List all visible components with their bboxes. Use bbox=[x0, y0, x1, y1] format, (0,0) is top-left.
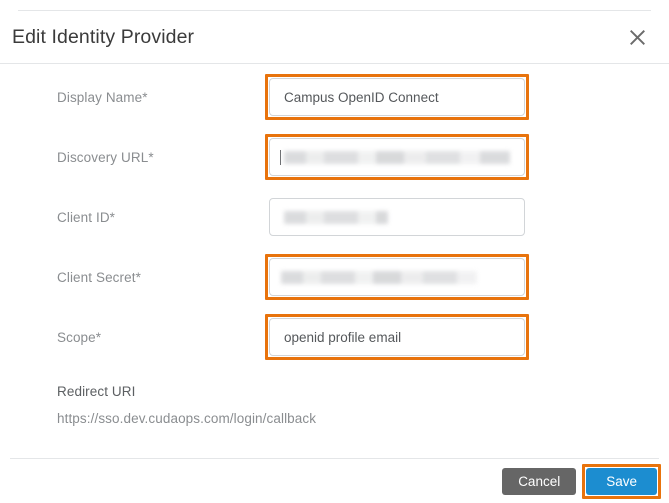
cancel-button[interactable]: Cancel bbox=[502, 467, 577, 495]
page-title: Edit Identity Provider bbox=[12, 25, 195, 48]
save-button[interactable]: Save bbox=[586, 467, 657, 495]
text-caret bbox=[280, 149, 281, 165]
required-marker: * bbox=[135, 269, 141, 285]
dialog-body: Display Name* Campus OpenID Connect Disc… bbox=[0, 64, 669, 458]
form-row-scope: Scope* openid profile email bbox=[0, 314, 669, 360]
save-button-wrap: Save bbox=[582, 463, 661, 499]
required-marker: * bbox=[142, 89, 148, 105]
label-client-secret: Client Secret* bbox=[57, 270, 141, 285]
label-display-name-text: Display Name bbox=[57, 89, 143, 105]
close-icon[interactable] bbox=[623, 23, 651, 51]
client-id-input-wrap bbox=[269, 198, 525, 236]
discovery-url-input[interactable] bbox=[269, 138, 525, 176]
dialog-footer: Cancel Save bbox=[0, 459, 669, 503]
label-scope: Scope* bbox=[57, 330, 101, 345]
required-marker: * bbox=[148, 149, 154, 165]
label-client-id: Client ID* bbox=[57, 210, 115, 225]
form-row-client-secret: Client Secret* bbox=[0, 254, 669, 300]
label-client-secret-text: Client Secret bbox=[57, 269, 136, 285]
redirect-uri-section: Redirect URI bbox=[57, 384, 135, 399]
label-discovery-url: Discovery URL* bbox=[57, 150, 154, 165]
required-marker: * bbox=[95, 329, 102, 345]
redacted-value bbox=[281, 270, 477, 284]
redirect-uri-value: https://sso.dev.cudaops.com/login/callba… bbox=[57, 411, 317, 426]
label-scope-text: Scope bbox=[57, 329, 96, 345]
scope-input-wrap: openid profile email bbox=[265, 314, 529, 360]
edit-identity-provider-dialog: Edit Identity Provider Display Name* Cam… bbox=[0, 0, 669, 503]
redacted-value bbox=[284, 210, 388, 224]
label-client-id-text: Client ID bbox=[57, 209, 110, 225]
dialog-header: Edit Identity Provider bbox=[0, 11, 669, 63]
display-name-input[interactable]: Campus OpenID Connect bbox=[269, 78, 525, 116]
redirect-uri-label: Redirect URI bbox=[57, 384, 136, 399]
required-marker: * bbox=[109, 209, 116, 225]
redacted-value bbox=[284, 150, 510, 164]
client-secret-input[interactable] bbox=[269, 258, 525, 296]
label-display-name: Display Name* bbox=[57, 90, 148, 105]
discovery-url-input-wrap bbox=[265, 134, 529, 180]
client-id-input[interactable] bbox=[269, 198, 525, 236]
label-discovery-url-text: Discovery URL bbox=[57, 149, 149, 165]
form-row-client-id: Client ID* bbox=[0, 197, 669, 237]
display-name-input-wrap: Campus OpenID Connect bbox=[265, 74, 529, 120]
scope-input[interactable]: openid profile email bbox=[269, 318, 525, 356]
form-row-discovery-url: Discovery URL* bbox=[0, 134, 669, 180]
client-secret-input-wrap bbox=[265, 254, 529, 300]
redirect-uri-value-wrap: https://sso.dev.cudaops.com/login/callba… bbox=[57, 411, 316, 426]
form-row-display-name: Display Name* Campus OpenID Connect bbox=[0, 74, 669, 120]
